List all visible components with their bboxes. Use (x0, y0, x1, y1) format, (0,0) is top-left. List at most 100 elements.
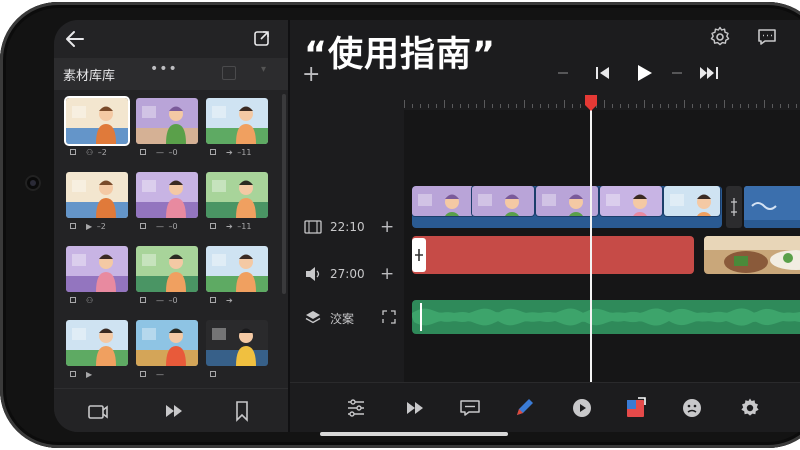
add-media-button[interactable]: + (302, 62, 320, 87)
video-clip[interactable] (664, 186, 720, 216)
ruler-tick (548, 104, 549, 108)
clip-count: –2 (95, 148, 107, 157)
clip-thumbnail[interactable] (66, 246, 128, 292)
library-clip[interactable]: ➔ –11 (206, 98, 268, 164)
photo-clip[interactable] (704, 236, 800, 274)
video-track[interactable] (412, 186, 722, 228)
caption-icon[interactable] (458, 396, 482, 420)
ruler-tick (652, 104, 653, 108)
fast-forward-icon[interactable] (162, 399, 186, 423)
clip-thumbnail[interactable] (66, 320, 128, 366)
export-icon[interactable] (252, 28, 272, 48)
add-audio-button[interactable]: + (380, 264, 394, 284)
ruler-tick (660, 104, 661, 108)
library-clip[interactable]: — (136, 320, 198, 386)
library-clip[interactable]: ▶ (66, 320, 128, 386)
clip-thumbnail[interactable] (66, 98, 128, 144)
clip-thumbnail[interactable] (206, 320, 268, 366)
video-clip[interactable] (600, 186, 662, 216)
more-options-button[interactable]: ••• (150, 61, 178, 77)
library-clip[interactable]: ➔ (206, 246, 268, 312)
sort-chevron-icon[interactable]: ▾ (261, 64, 266, 75)
clip-thumbnail[interactable] (206, 172, 268, 218)
clip-thumbnail[interactable] (136, 172, 198, 218)
audio-trim-handle[interactable] (412, 238, 426, 272)
audio-track[interactable] (412, 236, 694, 274)
clip-meta: ⚇ –2 (70, 148, 130, 160)
clip-thumbnail[interactable] (206, 246, 268, 292)
gear-icon[interactable] (708, 25, 732, 49)
library-clip[interactable]: ⚇ (66, 246, 128, 312)
checkbox-icon[interactable] (210, 223, 216, 229)
ruler-tick (716, 104, 717, 108)
background-music-track[interactable] (412, 300, 800, 334)
add-video-button[interactable]: + (380, 217, 394, 237)
ruler-tick (620, 104, 621, 108)
library-title: 素材库库 (63, 69, 116, 84)
color-filter-icon[interactable] (624, 396, 648, 420)
ruler-tick (580, 104, 581, 108)
home-indicator[interactable] (320, 432, 508, 436)
checkbox-icon[interactable] (140, 297, 146, 303)
checkbox-icon[interactable] (210, 371, 216, 377)
media-library-panel: 素材库库 ••• ▾ ⚇ –2 — –0 ➔ –11 ▶ –2 — –0 ➔ –11 ⚇ — … (54, 20, 288, 432)
clip-thumbnail[interactable] (66, 172, 128, 218)
pen-icon[interactable] (512, 396, 536, 420)
back-arrow-icon[interactable] (64, 28, 86, 50)
checkbox-icon[interactable] (140, 223, 146, 229)
adjust-icon[interactable] (344, 396, 368, 420)
checkbox-icon[interactable] (70, 371, 76, 377)
gear-icon[interactable] (738, 396, 762, 420)
background-start-marker[interactable] (420, 303, 422, 331)
checkbox-icon[interactable] (140, 149, 146, 155)
sticker-icon[interactable] (680, 396, 704, 420)
library-scrollbar[interactable] (282, 94, 286, 294)
checkbox-icon[interactable] (70, 297, 76, 303)
video-clip[interactable] (536, 186, 598, 216)
playhead[interactable] (590, 106, 592, 402)
clip-thumbnail[interactable] (136, 98, 198, 144)
checkbox-icon[interactable] (140, 371, 146, 377)
comment-icon[interactable] (756, 26, 778, 48)
clip-thumbnail[interactable] (136, 246, 198, 292)
minus-icon: — (156, 296, 164, 305)
ruler-tick (732, 104, 733, 108)
transition-marker[interactable] (726, 186, 742, 228)
checkbox-icon[interactable] (70, 149, 76, 155)
library-clip[interactable]: — –0 (136, 246, 198, 312)
clip-count: –0 (166, 148, 178, 157)
clip-meta: — –0 (140, 222, 200, 234)
camera-icon[interactable] (86, 399, 110, 423)
checkbox-icon[interactable] (70, 223, 76, 229)
skip-back-icon[interactable] (594, 62, 612, 84)
speed-icon[interactable] (404, 396, 428, 420)
skip-forward-icon[interactable] (698, 62, 720, 84)
video-clip[interactable] (412, 186, 474, 216)
library-clip[interactable]: ➔ –11 (206, 172, 268, 238)
library-clip[interactable]: — –0 (136, 172, 198, 238)
video-clip[interactable] (472, 186, 534, 216)
checkbox-icon[interactable] (210, 149, 216, 155)
time-ruler[interactable] (404, 94, 800, 108)
clip-meta: ➔ –11 (210, 222, 270, 234)
library-clip[interactable]: ⚇ –2 (66, 98, 128, 164)
clip-meta (210, 370, 270, 382)
clip-thumbnail[interactable] (206, 98, 268, 144)
play-icon[interactable] (634, 62, 654, 84)
bookmark-icon[interactable] (230, 399, 254, 423)
library-clip[interactable] (206, 320, 268, 386)
library-clip[interactable]: ▶ –2 (66, 172, 128, 238)
clip-thumbnail[interactable] (136, 320, 198, 366)
library-clip[interactable]: — –0 (136, 98, 198, 164)
filter-icon[interactable] (222, 66, 236, 80)
expand-icon[interactable] (382, 310, 396, 324)
playhead-handle[interactable] (584, 94, 598, 112)
front-camera (25, 175, 41, 191)
play-circle-icon[interactable] (570, 396, 594, 420)
video-clip-tail[interactable] (744, 186, 800, 228)
clip-count: –0 (166, 296, 178, 305)
timeline-editor: “使用指南” + 22:10 + 27:00 + 洨案 (290, 20, 800, 432)
ruler-tick (564, 100, 565, 108)
checkbox-icon[interactable] (210, 297, 216, 303)
minus-icon: — (156, 370, 164, 379)
